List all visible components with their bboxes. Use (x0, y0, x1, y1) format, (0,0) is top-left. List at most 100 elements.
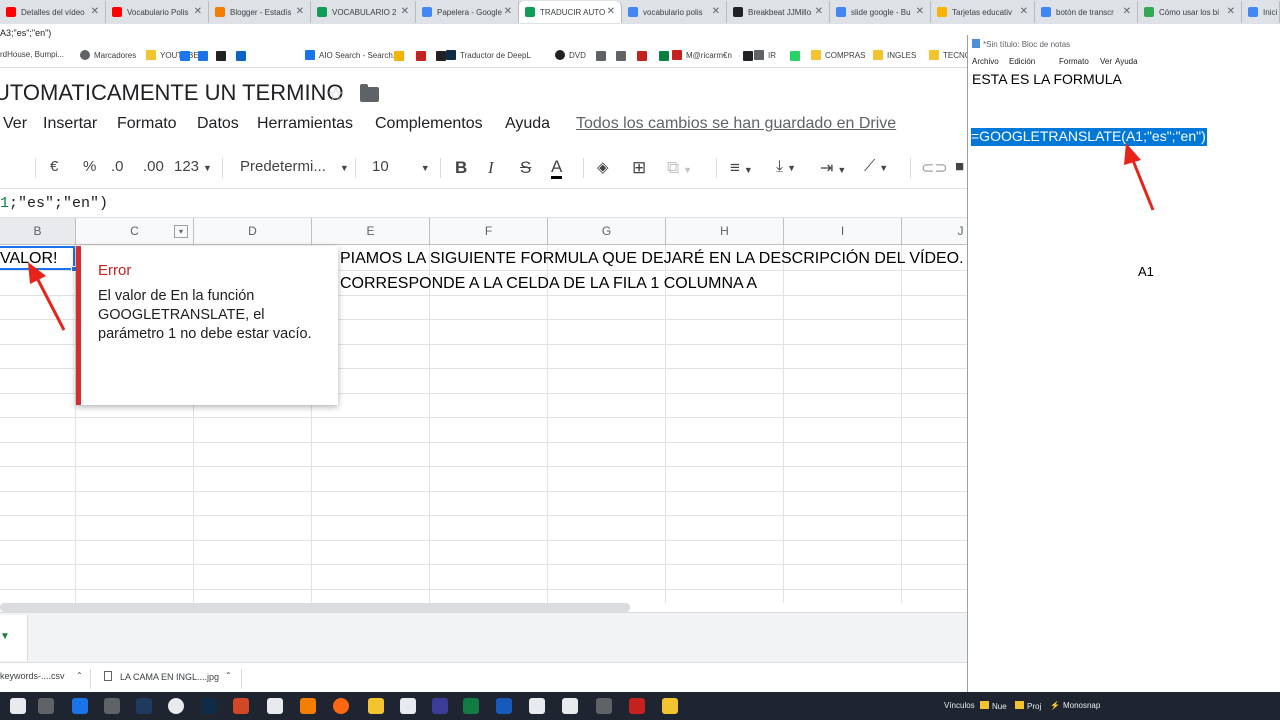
column-header[interactable]: H (666, 218, 784, 245)
close-icon[interactable]: ✕ (91, 6, 99, 17)
borders-icon[interactable]: ⊞ (632, 158, 646, 178)
taskbar-item[interactable]: Nue (980, 701, 1007, 711)
bookmark-item[interactable]: COMPRAS (811, 50, 865, 60)
bookmark-icon[interactable] (637, 51, 647, 61)
close-icon[interactable]: ✕ (1123, 6, 1131, 17)
download-item[interactable]: keywords-....csv (0, 671, 65, 681)
app-icon[interactable] (529, 698, 545, 714)
document-title[interactable]: UTOMATICAMENTE UN TERMINO (0, 80, 344, 106)
formula-bar[interactable]: 1;"es";"en") (0, 188, 968, 218)
app-icon[interactable] (662, 698, 678, 714)
close-icon[interactable]: ✕ (296, 6, 304, 17)
notepad-menu-item[interactable]: Ayuda (1115, 57, 1138, 66)
close-icon[interactable]: ✕ (607, 6, 615, 17)
bing-icon[interactable] (236, 51, 246, 61)
close-icon[interactable]: ✕ (712, 6, 720, 17)
font-size-select[interactable]: 10 ▼ (372, 158, 430, 175)
app-icon[interactable] (629, 698, 645, 714)
app-icon[interactable] (400, 698, 416, 714)
browser-tab[interactable]: Vocabulario Polis ✕ (106, 1, 209, 23)
cell-e2[interactable]: CORRESPONDE A LA CELDA DE LA FILA 1 COLU… (340, 275, 757, 293)
column-header[interactable]: B (0, 218, 76, 245)
fill-color-icon[interactable]: ◈ (597, 158, 609, 176)
twenty-icon[interactable] (216, 51, 226, 61)
browser-tab[interactable]: Detalles del vídeo ✕ (0, 1, 106, 23)
percent-button[interactable]: % (83, 158, 96, 175)
menu-item[interactable]: Complementos (375, 115, 483, 133)
browser-tab[interactable]: Inici (1242, 1, 1280, 23)
bookmark-item[interactable]: TECNO (929, 50, 971, 60)
notepad-note[interactable]: A1 (1138, 264, 1154, 279)
word-icon[interactable] (496, 698, 512, 714)
italic-icon[interactable]: I (488, 158, 494, 178)
browser-tab[interactable]: Papelera - Google ✕ (416, 1, 519, 23)
app-icon[interactable] (432, 698, 448, 714)
strikethrough-icon[interactable]: S (520, 158, 531, 178)
settings-icon[interactable] (562, 698, 578, 714)
column-menu-icon[interactable]: ▾ (174, 225, 188, 238)
app-icon[interactable] (596, 698, 612, 714)
app-icon[interactable] (201, 698, 217, 714)
whatsapp-icon[interactable] (790, 51, 800, 61)
app-icon[interactable] (104, 698, 120, 714)
horizontal-scrollbar[interactable] (0, 603, 630, 612)
menu-item[interactable]: Ver (3, 115, 27, 133)
menu-item[interactable]: Ayuda (505, 115, 550, 133)
excel-icon[interactable] (463, 698, 479, 714)
close-icon[interactable]: ✕ (504, 6, 512, 17)
task-view-icon[interactable] (38, 698, 54, 714)
comment-icon[interactable]: ■ (955, 158, 964, 175)
gmail-icon[interactable] (416, 51, 426, 61)
chrome-icon[interactable] (168, 698, 184, 714)
text-color-icon[interactable]: A (551, 158, 563, 179)
app-icon[interactable] (267, 698, 283, 714)
explorer-icon[interactable] (368, 698, 384, 714)
bookmark-icon[interactable] (659, 51, 669, 61)
bookmark-icon[interactable] (394, 51, 404, 61)
menu-item[interactable]: Herramientas (257, 115, 353, 133)
cell-e1[interactable]: PIAMOS LA SIGUIENTE FORMULA QUE DEJARÉ E… (340, 250, 964, 268)
column-header[interactable]: E (312, 218, 430, 245)
selected-cell-outline[interactable] (0, 246, 75, 270)
twenty-icon[interactable] (198, 51, 208, 61)
decrease-decimals-button[interactable]: .0 (111, 158, 124, 175)
bold-icon[interactable]: B (455, 158, 467, 178)
notepad-menu-item[interactable]: Ver (1100, 57, 1112, 66)
chevron-up-icon[interactable]: ⌃ (76, 671, 83, 680)
browser-tab[interactable]: Tarjetas educativ ✕ (931, 1, 1035, 23)
font-select[interactable]: Predetermi... ▼ (240, 158, 349, 175)
close-icon[interactable]: ✕ (1227, 6, 1235, 17)
edge-icon[interactable] (72, 698, 88, 714)
app-icon[interactable] (136, 698, 152, 714)
bookmark-item[interactable]: DVD (555, 50, 586, 60)
browser-tab[interactable]: Blogger - Estadís ✕ (209, 1, 311, 23)
align-horizontal-icon[interactable]: ≡ ▼ (730, 158, 753, 178)
windows-start-icon[interactable] (10, 698, 26, 714)
column-header[interactable]: D (194, 218, 312, 245)
firefox-icon[interactable] (333, 698, 349, 714)
more-formats-button[interactable]: 123 ▼ (174, 158, 212, 175)
column-header[interactable]: F (430, 218, 548, 245)
notepad-menu-item[interactable]: Archivo (972, 57, 999, 66)
bookmark-item[interactable]: Marcadores (80, 50, 136, 60)
browser-tab[interactable]: Cómo usar los bi ✕ (1138, 1, 1242, 23)
menu-item[interactable]: Datos (197, 115, 239, 133)
taskbar-item[interactable]: ⚡ Monosnap (1050, 701, 1100, 710)
notepad-selected-formula[interactable]: =GOOGLETRANSLATE(A1;"es";"en") (971, 128, 1207, 146)
menu-item[interactable]: Insertar (43, 115, 97, 133)
bookmark-icon[interactable] (616, 51, 626, 61)
bookmark-item[interactable]: M@ricarm€n (672, 50, 732, 60)
text-rotation-icon[interactable]: ⟋ ▼ (864, 158, 888, 176)
sheet-menu-icon[interactable]: ▼ (0, 631, 10, 642)
browser-tab[interactable]: VOCABULARIO 2 ✕ (311, 1, 416, 23)
bookmark-icon[interactable] (743, 51, 753, 61)
browser-tab[interactable]: Breakbeat JJMillo ✕ (727, 1, 830, 23)
close-icon[interactable]: ✕ (194, 6, 202, 17)
browser-tab[interactable]: slide google - Bu ✕ (830, 1, 931, 23)
close-icon[interactable]: ✕ (401, 6, 409, 17)
bookmark-icon[interactable] (436, 51, 446, 61)
notepad-menu-item[interactable]: Edición (1009, 57, 1035, 66)
chevron-up-icon[interactable]: ⌃ (225, 671, 232, 680)
close-icon[interactable]: ✕ (815, 6, 823, 17)
browser-tab[interactable]: TRADUCIR AUTO ✕ (519, 1, 622, 23)
